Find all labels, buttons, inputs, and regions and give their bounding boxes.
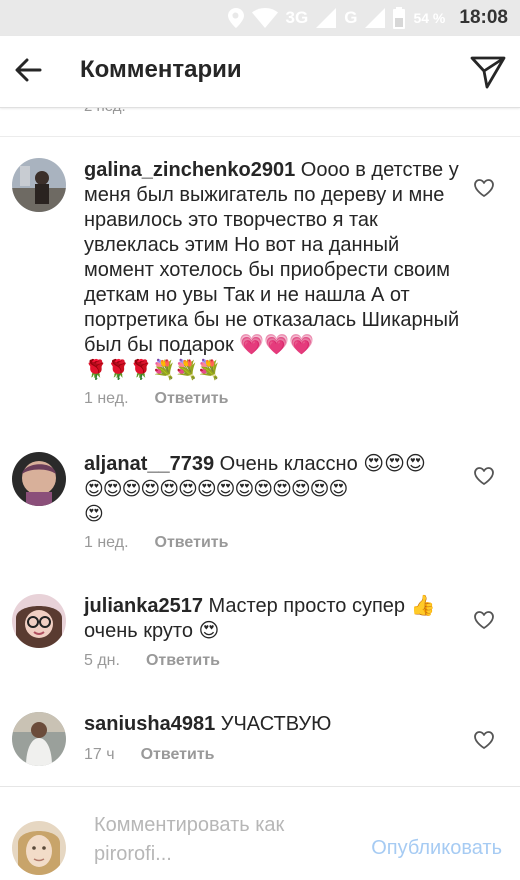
like-button[interactable]: [472, 728, 496, 752]
signal-icon: [316, 8, 337, 28]
comment-text: УЧАСТВУЮ: [220, 713, 332, 735]
comment-body: julianka2517 Мастер просто супер 👍 очень…: [84, 594, 464, 644]
like-button[interactable]: [472, 464, 496, 488]
reply-button[interactable]: Ответить: [146, 652, 220, 670]
arrow-left-icon: [15, 58, 42, 82]
status-bar: 3G G 54 % 18:08: [0, 0, 520, 36]
paper-plane-icon: [470, 56, 506, 89]
thumbs-up-emoji: 👍: [410, 595, 436, 617]
signal-icon-2: [365, 8, 386, 28]
publish-button[interactable]: Опубликовать: [371, 837, 502, 860]
avatar[interactable]: [12, 158, 66, 212]
comment-time: 1 нед.: [84, 390, 129, 407]
comment-time: 5 дн.: [84, 652, 120, 669]
comment-text-2: очень круто: [84, 620, 193, 642]
like-button[interactable]: [472, 608, 496, 632]
location-icon: [227, 8, 244, 28]
emoji-inline: 😍😍😍: [363, 453, 426, 475]
username[interactable]: aljanat__7739: [84, 453, 214, 475]
share-button[interactable]: [466, 50, 510, 94]
back-button[interactable]: [8, 50, 48, 90]
reply-button[interactable]: Ответить: [141, 746, 215, 764]
comment-meta: 1 нед. Ответить: [84, 390, 228, 408]
comment-body: aljanat__7739 Очень классно 😍😍😍 😍😍😍😍😍😍😍😍…: [84, 452, 464, 527]
signal-type: G: [344, 8, 358, 27]
comment-time: 1 нед.: [84, 534, 129, 551]
comment-meta: 17 ч Ответить: [84, 746, 215, 764]
reply-button[interactable]: Ответить: [155, 390, 229, 408]
comment-time: 17 ч: [84, 746, 115, 763]
heart-outline-icon: [474, 467, 494, 485]
comment-body: saniusha4981 УЧАСТВУЮ: [84, 712, 464, 737]
username[interactable]: saniusha4981: [84, 713, 215, 735]
comment-text: Мастер просто супер: [208, 595, 406, 617]
like-button[interactable]: [472, 176, 496, 200]
battery-percent: 54 %: [413, 10, 446, 26]
username[interactable]: galina_zinchenko2901: [84, 159, 295, 181]
network-type: 3G: [285, 8, 309, 27]
clock: 18:08: [459, 7, 508, 28]
comment-meta: 1 нед. Ответить: [84, 534, 228, 552]
comment-body: galina_zinchenko2901 Оооо в детстве у ме…: [84, 158, 464, 383]
emoji-line: 😍: [84, 504, 104, 525]
wifi-icon: [251, 8, 278, 28]
app-header: Комментарии: [0, 36, 520, 108]
reply-button[interactable]: Ответить: [155, 534, 229, 552]
emoji-line: 🌹🌹🌹💐💐💐: [84, 360, 221, 381]
comment-composer: Комментировать как pirorofi... Опубликов…: [0, 786, 520, 880]
avatar[interactable]: [12, 712, 66, 766]
heart-emoji: 💗💗💗: [239, 334, 315, 356]
avatar[interactable]: [12, 594, 66, 648]
divider: [0, 136, 520, 137]
battery-icon: [393, 7, 406, 29]
comment-text: Очень классно: [219, 453, 358, 475]
heart-outline-icon: [474, 611, 494, 629]
emoji-line: 😍😍😍😍😍😍😍😍😍😍😍😍😍😍: [84, 479, 348, 500]
comment-text: Оооо в детстве у меня был выжигатель по …: [84, 159, 460, 356]
emoji-inline: 😍: [198, 620, 220, 642]
comment-input[interactable]: Комментировать как pirorofi...: [94, 811, 344, 869]
own-avatar: [12, 821, 66, 875]
username[interactable]: julianka2517: [84, 595, 203, 617]
comment-meta: 5 дн. Ответить: [84, 652, 220, 670]
page-title: Комментарии: [80, 56, 242, 83]
avatar[interactable]: [12, 452, 66, 506]
heart-outline-icon: [474, 179, 494, 197]
heart-outline-icon: [474, 731, 494, 749]
